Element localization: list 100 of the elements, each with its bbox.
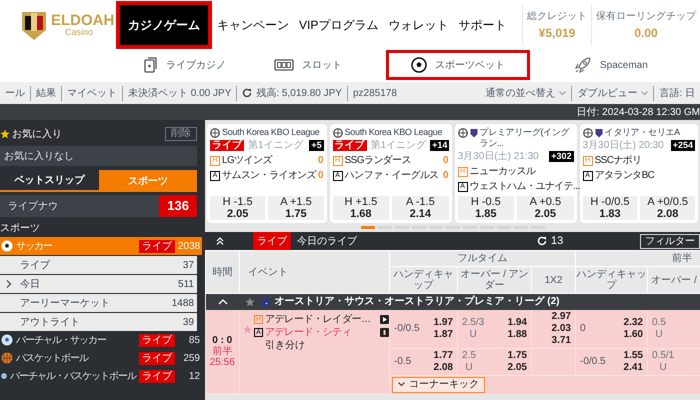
caret-icon — [641, 90, 648, 96]
nav-link[interactable]: ウォレット — [383, 1, 454, 49]
total-line: 0.5/1 — [652, 350, 674, 362]
odds-value[interactable]: 2.03 — [552, 322, 571, 334]
logo-tagline: Casino — [64, 28, 94, 37]
live-count: 13 — [551, 234, 564, 249]
team-score: 0 — [443, 154, 449, 168]
league-name: South Korea KBO League — [222, 127, 320, 138]
more-markets-badge[interactable]: +14 — [430, 140, 450, 151]
info-link[interactable]: 未決済ベット 0.00 JPY — [128, 86, 232, 100]
live-badge: ライブ — [210, 140, 244, 151]
ball-icon — [332, 128, 343, 138]
sports-heading: スポーツ — [0, 222, 41, 236]
corner-kick-toggle[interactable]: コーナーキック — [392, 376, 485, 392]
filter-button[interactable]: フィルター — [640, 234, 700, 248]
sport-item[interactable]: バーチャル・バスケットボール ライブ 12 — [0, 367, 202, 385]
sport-submenu-item[interactable]: アウトライト 39 — [0, 313, 197, 331]
sport-item[interactable]: バーチャル・サッカー ライブ 85 — [0, 331, 202, 349]
match-clock: 25:56 — [210, 356, 235, 368]
odds-value[interactable]: 1.55 — [624, 350, 643, 362]
category-tab[interactable]: Spaceman — [570, 50, 652, 80]
live-badge: ライブ — [253, 232, 291, 250]
team-score: 0 — [318, 154, 324, 168]
refresh-icon[interactable] — [242, 88, 252, 98]
view-dropdown[interactable]: ダブルビュー — [571, 86, 654, 100]
odds-button[interactable]: H -0.5 1.85 — [458, 196, 514, 220]
sport-submenu-item[interactable]: 今日 511 — [0, 275, 197, 293]
chevron-up-icon[interactable] — [218, 298, 228, 306]
odds-value[interactable]: 1.88 — [508, 328, 527, 340]
odds-value[interactable]: 2.08 — [434, 362, 453, 374]
odds-button[interactable]: H +1.5 1.68 — [332, 196, 390, 220]
league-name: プレミアリーグ(イングラン... — [480, 127, 570, 149]
more-markets-badge[interactable]: +5 — [309, 140, 324, 151]
column-header: オーバー / アンダー — [458, 266, 532, 294]
odds-value[interactable]: 2.41 — [624, 362, 643, 374]
category-tab[interactable]: スポーツベット — [386, 50, 530, 80]
column-header: オーバー / — [648, 266, 700, 294]
slot-machine-icon — [274, 58, 294, 72]
nav-link[interactable]: サポート — [453, 1, 512, 49]
odds-value[interactable]: 2.32 — [624, 316, 643, 328]
stats-icon[interactable] — [380, 328, 389, 336]
info-link[interactable]: pz285178 — [352, 86, 397, 100]
odds-value[interactable]: 2.97 — [552, 310, 571, 322]
odds-value[interactable]: 2.05 — [508, 362, 527, 374]
delete-button[interactable]: 削除 — [165, 127, 197, 141]
odds-value[interactable]: 3.71 — [552, 334, 571, 346]
info-link[interactable]: 残高: 5,019.80 JPY — [256, 86, 342, 100]
odds-value[interactable]: 1.94 — [508, 316, 527, 328]
info-link[interactable]: ール — [5, 86, 25, 100]
total-line: U — [470, 328, 477, 340]
info-link[interactable]: マイベット — [67, 86, 117, 100]
sport-submenu-item[interactable]: アーリーマーケット 1488 — [0, 294, 197, 312]
balance-value: ¥5,019 — [538, 24, 576, 42]
sport-item[interactable]: サッカー ライブ 2038 — [0, 237, 202, 255]
sport-submenu-item[interactable]: ライブ 37 — [0, 256, 197, 274]
live-badge: ライブ — [139, 240, 175, 252]
odds-button[interactable]: A +1.5 1.75 — [268, 196, 324, 220]
draw-label: 引き分け — [264, 338, 306, 352]
odds-value[interactable]: 1.60 — [624, 328, 643, 340]
odds-value[interactable]: 1.97 — [434, 316, 453, 328]
carousel-page-indicator[interactable] — [360, 226, 374, 229]
nav-link[interactable]: VIPプログラム — [294, 1, 384, 49]
league-emblem-icon — [594, 128, 603, 138]
nav-link[interactable]: キャンペーン — [212, 1, 294, 49]
odds-value[interactable]: 1.87 — [434, 328, 453, 340]
info-link[interactable]: 結果 — [36, 86, 56, 100]
team-name: SSCナポリ — [594, 154, 643, 168]
handicap-line: -0/0.5 — [580, 355, 606, 369]
team-name: ハンファ・イーグルス — [344, 169, 440, 183]
more-markets-badge[interactable]: +254 — [670, 140, 695, 151]
league-name: オーストリア・サウス・オーストラリア・プレミア・リーグ (2) — [274, 294, 560, 310]
category-tab[interactable]: スロット — [270, 50, 346, 80]
team-name: アデレード・レイダー… — [265, 312, 372, 326]
odds-value[interactable]: 1.77 — [434, 350, 453, 362]
total-line: U — [465, 362, 473, 374]
star-icon[interactable] — [243, 324, 252, 334]
play-icon[interactable] — [380, 314, 389, 324]
team-score: 0 — [318, 169, 324, 183]
league-emblem-icon — [470, 128, 478, 138]
odds-value[interactable]: 1.75 — [508, 350, 527, 362]
category-tab[interactable]: ライブカジノ — [140, 50, 230, 80]
nav-link[interactable]: カジノゲーム — [116, 1, 212, 49]
odds-button[interactable]: H -1.5 2.05 — [210, 196, 266, 220]
ball-icon — [582, 128, 593, 138]
odds-button[interactable]: H -0/0.5 1.83 — [582, 196, 638, 220]
column-header: イベント — [240, 250, 390, 294]
odds-button[interactable]: A +0/0.5 2.08 — [640, 196, 696, 220]
star-icon[interactable] — [244, 296, 254, 307]
ball-icon — [210, 128, 220, 138]
odds-button[interactable]: A -1.5 2.14 — [392, 196, 449, 220]
handicap-line: -0.5 — [394, 355, 412, 369]
collapse-icon[interactable] — [215, 236, 225, 246]
language-link[interactable]: 言語: 日 — [653, 86, 700, 100]
live-now-label[interactable]: ライブナウ — [8, 198, 58, 214]
rocket-icon — [574, 56, 592, 74]
more-markets-badge[interactable]: +302 — [549, 151, 574, 162]
total-line: 2.5/3 — [462, 316, 484, 328]
sport-item[interactable]: バスケットボール ライブ 259 — [0, 349, 202, 367]
odds-button[interactable]: A +0.5 2.05 — [517, 196, 574, 220]
view-dropdown[interactable]: 通常の並べ替え — [480, 86, 572, 100]
